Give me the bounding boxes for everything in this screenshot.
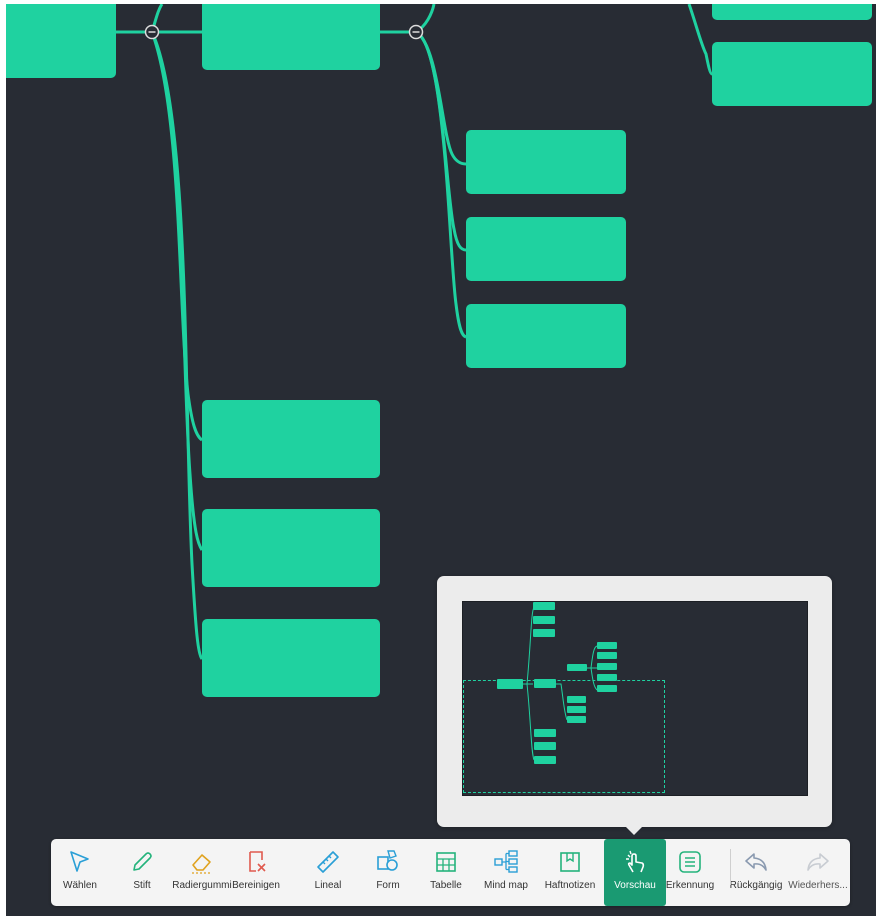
eraser-icon [189,849,215,875]
connector-branch-3 [150,31,204,660]
tool-label: Wählen [63,880,97,891]
minimap-node [533,616,555,624]
minimap-node [567,664,587,671]
mind-map-node-sub-1[interactable] [466,130,626,194]
collapse-toggle-right[interactable] [408,24,424,40]
connector-branch-2 [150,31,204,551]
tool-preview-button[interactable]: Vorschau [604,839,666,906]
mind-map-node-branch-3[interactable] [202,619,380,697]
tool-label: Radiergummi [172,880,232,891]
tool-ruler-button[interactable]: Lineal [299,839,357,906]
mind-map-node-sub-3[interactable] [466,304,626,368]
tool-label: Lineal [314,880,342,891]
tool-shape-button[interactable]: Form [359,839,417,906]
mind-map-node-main[interactable] [202,4,380,70]
tool-label: Mind map [484,880,528,891]
pencil-icon [129,849,155,875]
bottom-toolbar: Wählen Stift Radiergummi Bereinigen Lineal Fo… [51,839,850,906]
tool-recognize-button[interactable]: Erkennung [661,839,719,906]
cursor-arrow-icon [67,849,93,875]
minimap-node [597,642,617,649]
tool-pen-button[interactable]: Stift [113,839,171,906]
preview-minimap[interactable] [462,601,808,796]
toolbar-divider [730,849,731,885]
mind-map-node-sub-2[interactable] [466,217,626,281]
minimap-node [533,629,555,637]
text-recognition-icon [677,849,703,875]
sticky-note-icon [557,849,583,875]
tool-label: Haftnotizen [544,880,596,891]
mind-map-node-root[interactable] [6,4,116,78]
preview-popup-pointer [625,826,643,835]
connector-branch-4 [415,30,467,166]
clear-page-icon [243,849,269,875]
undo-icon [743,849,769,875]
mind-map-node-right[interactable] [712,42,872,106]
mind-map-node-top-right[interactable] [712,4,872,20]
mind-map-node-branch-1[interactable] [202,400,380,478]
tool-table-button[interactable]: Tabelle [417,839,475,906]
tool-mindmap-button[interactable]: Mind map [477,839,535,906]
tool-undo-button[interactable]: Rückgängig [727,839,785,906]
connector-branch-6 [415,30,467,339]
tool-select-button[interactable]: Wählen [51,839,109,906]
tool-label: Wiederhers... [788,880,848,891]
minimap-node [533,602,555,610]
collapse-toggle-left[interactable] [144,24,160,40]
mind-map-icon [493,849,519,875]
mind-map-node-branch-2[interactable] [202,509,380,587]
minimap-node [597,652,617,659]
tool-label: Bereinigen [232,880,280,891]
tool-label: Rückgängig [729,880,783,891]
tool-clear-button[interactable]: Bereinigen [227,839,285,906]
tool-label: Stift [133,880,151,891]
tool-eraser-button[interactable]: Radiergummi [172,839,232,906]
minimap-node [597,663,617,670]
tool-label: Vorschau [614,880,656,891]
touch-hand-icon [622,849,648,875]
preview-popup [437,576,832,827]
table-icon [433,849,459,875]
connector-branch-5 [415,30,467,252]
tool-redo-button[interactable]: Wiederhers... [788,839,848,906]
tool-sticky-button[interactable]: Haftnotizen [541,839,599,906]
ruler-icon [315,849,341,875]
tool-label: Erkennung [665,880,715,891]
minimap-viewport-frame[interactable] [463,680,665,793]
connector-branch-1 [150,31,203,442]
shapes-icon [375,849,401,875]
connector-branch-7 [687,4,713,76]
redo-icon [805,849,831,875]
tool-label: Tabelle [430,880,462,891]
tool-label: Form [376,880,400,891]
